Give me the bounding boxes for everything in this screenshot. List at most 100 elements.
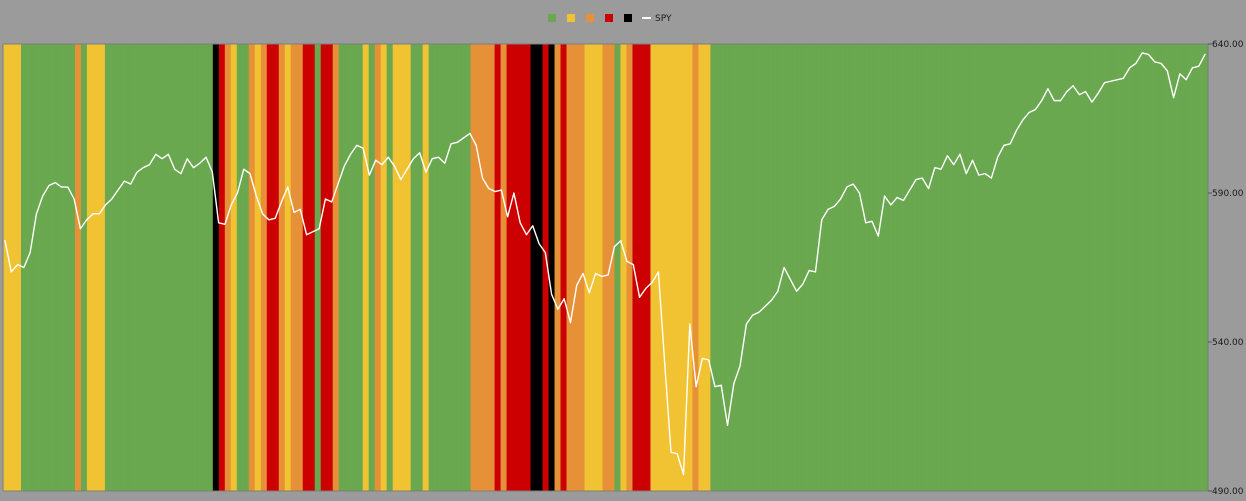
regime-band	[806, 44, 813, 491]
regime-band	[986, 44, 993, 491]
regime-band	[404, 44, 412, 491]
regime-band	[116, 44, 124, 491]
regime-band	[446, 44, 454, 491]
regime-band	[470, 44, 478, 491]
legend: SPY	[548, 14, 672, 24]
y-tick-label: 540.00	[1212, 338, 1244, 348]
regime-band	[320, 44, 328, 491]
regime-band	[386, 44, 394, 491]
regime-band	[248, 44, 256, 491]
regime-band	[1148, 44, 1155, 491]
regime-band	[1094, 44, 1101, 491]
regime-band	[338, 44, 346, 491]
regime-band	[86, 44, 94, 491]
regime-band	[122, 44, 130, 491]
regime-band	[908, 44, 915, 491]
regime-band	[692, 44, 700, 491]
regime-band	[638, 44, 646, 491]
legend-swatch	[624, 14, 632, 22]
legend-label: SPY	[655, 14, 672, 24]
regime-band	[1070, 44, 1077, 491]
regime-band	[218, 44, 226, 491]
regime-band	[458, 44, 466, 491]
regime-band	[644, 44, 652, 491]
regime-band	[50, 44, 58, 491]
regime-band	[740, 44, 747, 491]
regime-band	[728, 44, 735, 491]
regime-band	[134, 44, 142, 491]
regime-band	[290, 44, 298, 491]
regime-band	[1058, 44, 1065, 491]
regime-band	[620, 44, 628, 491]
regime-band	[308, 44, 316, 491]
regime-band	[866, 44, 873, 491]
regime-band	[560, 44, 568, 491]
regime-band	[788, 44, 795, 491]
regime-band	[1184, 44, 1191, 491]
regime-band	[890, 44, 897, 491]
regime-band	[944, 44, 951, 491]
regime-band	[1082, 44, 1089, 491]
regime-band	[1160, 44, 1167, 491]
regime-band	[698, 44, 706, 491]
regime-band	[266, 44, 274, 491]
legend-swatch	[586, 14, 594, 22]
y-tick-label: 640.00	[1212, 40, 1244, 50]
regime-band	[566, 44, 574, 491]
regime-band	[590, 44, 598, 491]
regime-band	[176, 44, 184, 491]
regime-band	[1022, 44, 1029, 491]
regime-band	[200, 44, 208, 491]
regime-band	[494, 44, 502, 491]
regime-band	[500, 44, 508, 491]
regime-band	[422, 44, 430, 491]
regime-band	[1088, 44, 1095, 491]
regime-band	[476, 44, 484, 491]
regime-band	[902, 44, 909, 491]
regime-band	[956, 44, 963, 491]
regime-band	[98, 44, 106, 491]
regime-band	[188, 44, 196, 491]
regime-band	[878, 44, 885, 491]
regime-band	[848, 44, 855, 491]
regime-band	[1016, 44, 1023, 491]
regime-bands	[3, 44, 1209, 491]
regime-band	[1010, 44, 1017, 491]
regime-band	[44, 44, 52, 491]
regime-band	[704, 44, 712, 491]
regime-band	[1178, 44, 1185, 491]
regime-band	[296, 44, 304, 491]
regime-band	[170, 44, 178, 491]
regime-band	[1034, 44, 1041, 491]
regime-band	[524, 44, 532, 491]
regime-band	[1172, 44, 1179, 491]
regime-band	[1154, 44, 1161, 491]
regime-band	[1100, 44, 1107, 491]
regime-band	[998, 44, 1005, 491]
regime-band	[992, 44, 999, 491]
regime-band	[140, 44, 148, 491]
regime-band	[356, 44, 364, 491]
regime-band	[914, 44, 921, 491]
regime-band	[830, 44, 837, 491]
regime-band	[488, 44, 496, 491]
regime-band	[758, 44, 765, 491]
regime-band	[332, 44, 340, 491]
regime-band	[80, 44, 88, 491]
regime-band	[518, 44, 526, 491]
regime-band	[482, 44, 490, 491]
regime-band	[14, 44, 22, 491]
regime-band	[1166, 44, 1173, 491]
regime-band	[1052, 44, 1059, 491]
regime-band	[584, 44, 592, 491]
regime-band	[68, 44, 76, 491]
regime-band	[842, 44, 849, 491]
regime-band	[284, 44, 292, 491]
regime-band	[38, 44, 46, 491]
regime-band	[380, 44, 388, 491]
regime-band	[506, 44, 514, 491]
regime-band	[260, 44, 268, 491]
regime-band	[950, 44, 957, 491]
spy-chart: SPY 490.00 540.00 590.00 640.00	[2, 14, 1244, 497]
regime-band	[920, 44, 927, 491]
